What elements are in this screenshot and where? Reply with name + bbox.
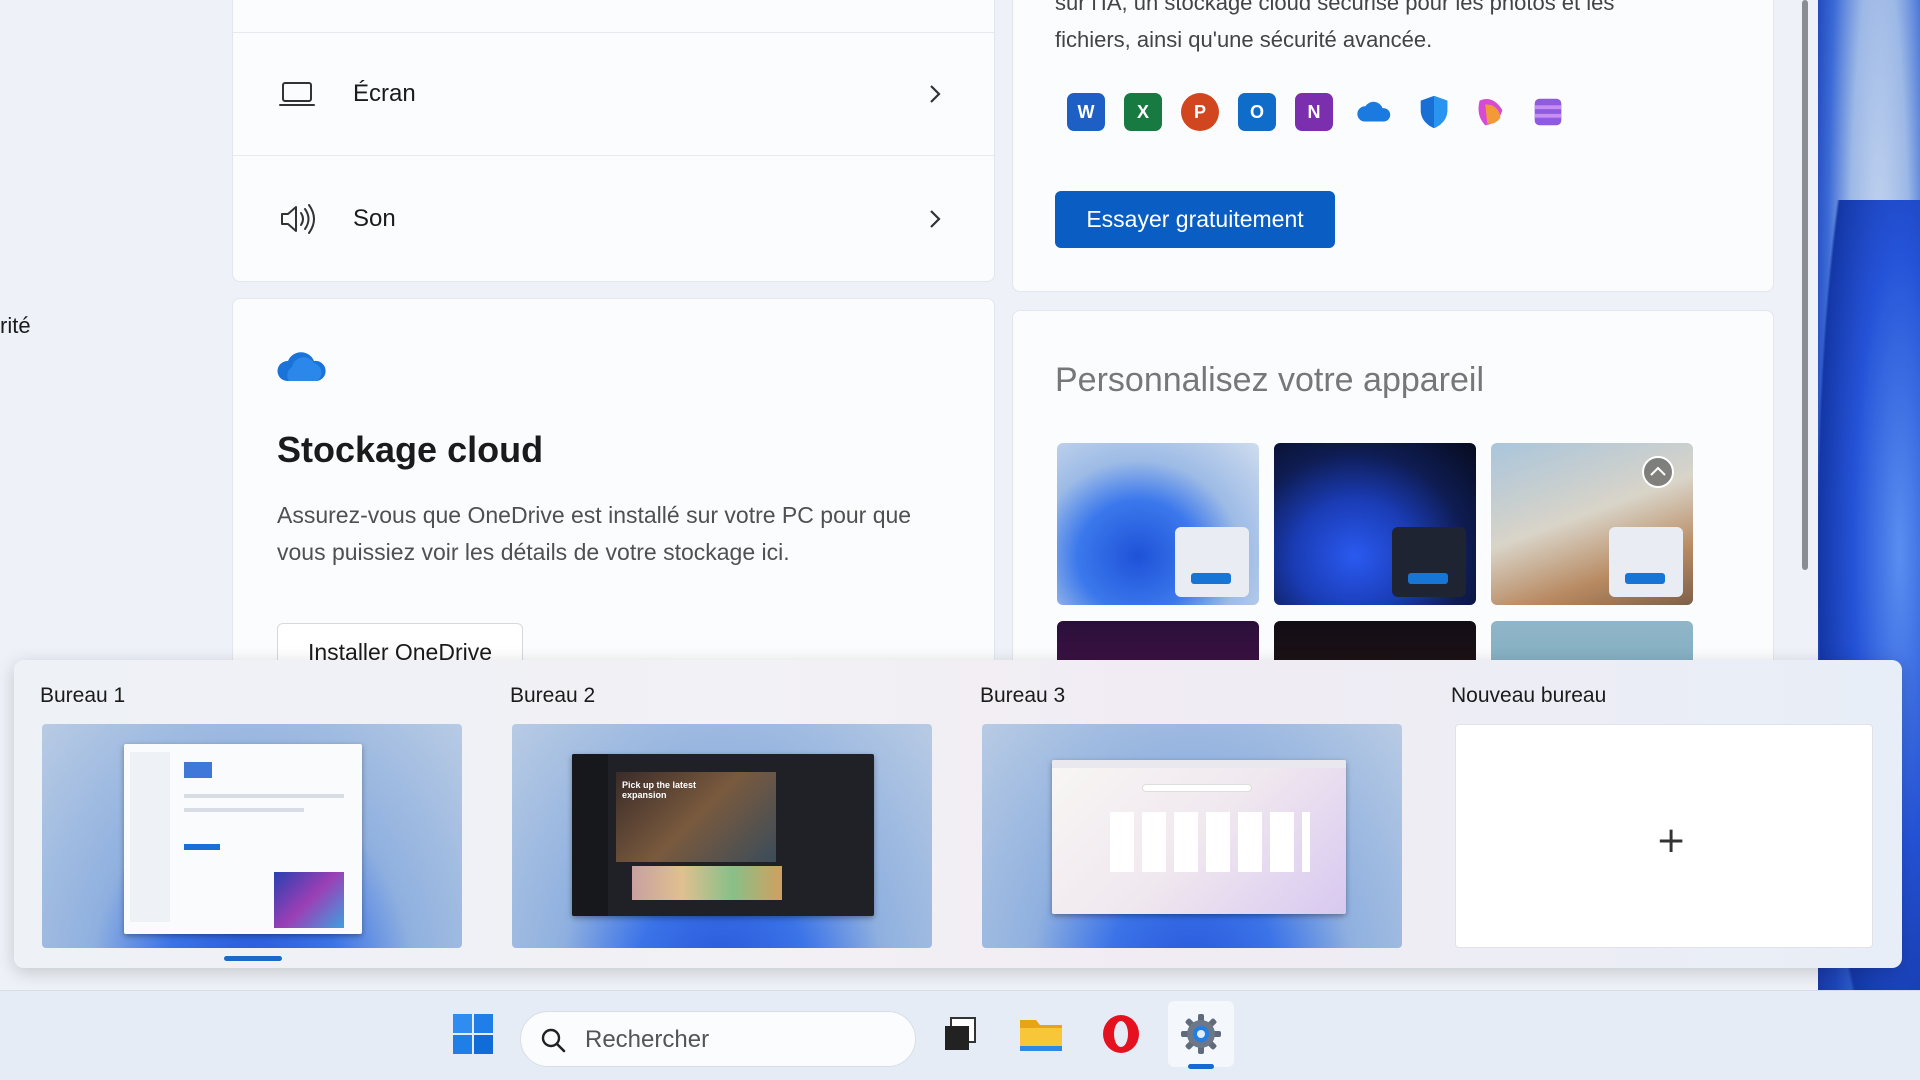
list-item-label: Son xyxy=(353,205,396,232)
cloud-storage-title: Stockage cloud xyxy=(277,429,544,470)
outlook-icon-letter: O xyxy=(1249,101,1264,122)
desktop-card-1[interactable]: Bureau 1 xyxy=(14,660,462,968)
onedrive-icon xyxy=(1357,101,1391,122)
speaker-icon xyxy=(281,204,315,234)
list-item-label: Écran xyxy=(353,80,416,107)
scrollbar[interactable] xyxy=(1800,0,1810,575)
task-view-button[interactable] xyxy=(928,1001,994,1067)
settings-button[interactable] xyxy=(1168,1001,1234,1069)
desktop-name: Bureau 1 xyxy=(40,684,126,707)
m365-text-line: fichiers, ainsi qu'une sécurité avancée. xyxy=(1055,27,1433,52)
powerpoint-icon: P xyxy=(1181,93,1219,131)
try-free-button[interactable]: Essayer gratuitement xyxy=(1055,191,1335,248)
onenote-icon-letter: N xyxy=(1307,101,1321,122)
desktop-card-2[interactable]: Bureau 2 Pick up the latest expansion xyxy=(484,660,932,968)
thumb-line xyxy=(184,808,304,812)
chevron-right-icon xyxy=(930,85,941,103)
scrollbar-thumb[interactable] xyxy=(1802,0,1808,570)
m365-description: sur l'IA, un stockage cloud sécurisé pou… xyxy=(1055,0,1735,58)
excel-icon: X xyxy=(1124,93,1162,131)
search-icon xyxy=(541,1028,566,1053)
taskbar-search[interactable] xyxy=(520,1011,916,1067)
monitor-icon xyxy=(279,82,315,106)
thumb-gallery xyxy=(274,872,344,928)
thumb-sidebar xyxy=(572,754,608,916)
copilot-icon xyxy=(1478,99,1503,126)
task-view-icon xyxy=(945,1017,976,1050)
file-explorer-button[interactable] xyxy=(1008,1001,1074,1067)
theme-preview-window xyxy=(1392,527,1466,597)
word-icon: W xyxy=(1067,93,1105,131)
defender-icon xyxy=(1420,95,1448,129)
theme-preview-bar xyxy=(1625,573,1665,584)
microsoft-365-card: sur l'IA, un stockage cloud sécurisé pou… xyxy=(1012,0,1774,292)
theme-light[interactable] xyxy=(1057,443,1259,605)
cloud-storage-card: Stockage cloud Assurez-vous que OneDrive… xyxy=(232,298,995,698)
window-thumbnail: Pick up the latest expansion xyxy=(572,754,874,916)
thumb-button xyxy=(184,844,220,850)
system-list-card: Écran Son xyxy=(232,0,995,282)
thumb-hero-text: Pick up the latest expansion xyxy=(622,780,697,800)
thumb-line xyxy=(184,794,344,798)
cloud-storage-description: Assurez-vous que OneDrive est installé s… xyxy=(277,502,912,565)
onenote-icon: N xyxy=(1295,93,1333,131)
thumb-tiles xyxy=(632,866,782,900)
desktop-name: Bureau 3 xyxy=(980,684,1066,707)
outlook-icon: O xyxy=(1238,93,1276,131)
clipchamp-icon xyxy=(1534,98,1562,126)
personalize-title: Personnalisez votre appareil xyxy=(1055,361,1485,399)
desktop-thumbnail[interactable]: Pick up the latest expansion xyxy=(512,724,932,948)
thumb-image xyxy=(184,762,212,778)
thumb-sidebar xyxy=(130,752,170,922)
word-icon-letter: W xyxy=(1077,101,1095,122)
desktop-name: Bureau 2 xyxy=(510,684,596,707)
list-item-sound[interactable]: Son xyxy=(233,157,994,281)
theme-preview-bar xyxy=(1191,573,1231,584)
sidebar-item-label-partial[interactable]: rité xyxy=(0,313,31,339)
search-input[interactable] xyxy=(585,1024,885,1056)
powerpoint-icon-letter: P xyxy=(1193,101,1206,122)
task-view-panel: Bureau 1 Bureau 2 Pick up the latest exp… xyxy=(14,660,1902,968)
theme-dark[interactable] xyxy=(1274,443,1476,605)
taskbar xyxy=(0,990,1920,1080)
window-thumbnail xyxy=(124,744,362,934)
desktop-card-3[interactable]: Bureau 3 xyxy=(954,660,1402,968)
desktop-thumbnail[interactable] xyxy=(982,724,1402,948)
camera-circle-icon xyxy=(1642,456,1674,488)
thumb-speed-dial xyxy=(1110,812,1310,872)
app-icon-row: W X P O N xyxy=(1067,93,1567,131)
new-desktop-label: Nouveau bureau xyxy=(1451,684,1607,707)
theme-preview-bar xyxy=(1408,573,1448,584)
desktop-thumbnail[interactable] xyxy=(42,724,462,948)
excel-icon-letter: X xyxy=(1136,101,1149,122)
new-desktop-button[interactable]: + xyxy=(1455,724,1873,948)
new-desktop-card[interactable]: Nouveau bureau + xyxy=(1425,660,1873,968)
settings-icon xyxy=(1181,1014,1221,1054)
window-thumbnail xyxy=(1052,760,1346,914)
opera-icon xyxy=(1103,1015,1139,1053)
start-button[interactable] xyxy=(440,1001,506,1067)
m365-text-line: sur l'IA, un stockage cloud sécurisé pou… xyxy=(1055,0,1615,15)
list-item-display[interactable]: Écran xyxy=(233,32,994,156)
personalize-card: Personnalisez votre appareil xyxy=(1012,310,1774,710)
thumb-search xyxy=(1142,784,1252,792)
thumb-tabbar xyxy=(1052,760,1346,768)
theme-preview-window xyxy=(1175,527,1249,597)
theme-flowers[interactable] xyxy=(1491,443,1693,605)
windows-logo-icon xyxy=(453,1014,493,1054)
active-app-indicator xyxy=(1188,1064,1214,1069)
selected-indicator xyxy=(224,956,282,961)
opera-button[interactable] xyxy=(1088,1001,1154,1067)
file-explorer-icon xyxy=(1020,1020,1062,1051)
theme-preview-window xyxy=(1609,527,1683,597)
plus-icon: + xyxy=(1656,820,1687,861)
chevron-right-icon xyxy=(930,210,941,228)
cloud-icon xyxy=(277,352,326,381)
